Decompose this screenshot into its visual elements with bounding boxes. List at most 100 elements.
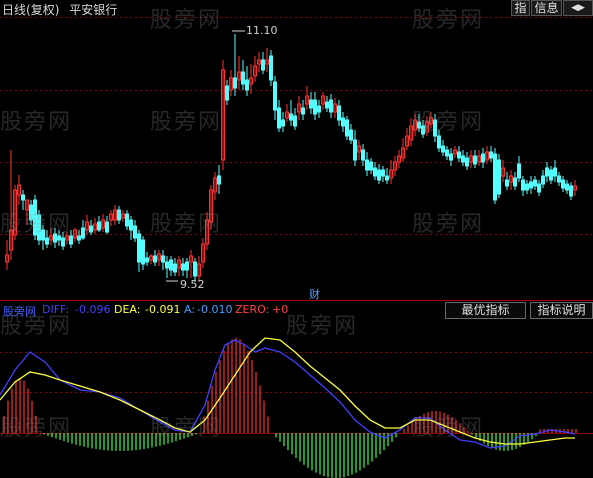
diff-value: -0.096 bbox=[75, 303, 111, 316]
candle-body bbox=[461, 155, 465, 163]
candle-body bbox=[185, 261, 189, 271]
candle-body bbox=[373, 167, 377, 177]
candle-body bbox=[273, 81, 277, 111]
candle-body bbox=[261, 59, 265, 71]
price-chart-canvas[interactable] bbox=[0, 0, 593, 478]
candle-body bbox=[97, 221, 101, 231]
candle-body bbox=[533, 179, 537, 187]
candle-body bbox=[505, 179, 509, 187]
candle-body bbox=[45, 237, 49, 245]
candle-body bbox=[517, 163, 521, 179]
candle-body bbox=[445, 149, 449, 157]
candle-body bbox=[513, 177, 517, 187]
candle-body bbox=[105, 221, 109, 233]
candle-body bbox=[329, 99, 333, 113]
candle-body bbox=[325, 101, 329, 109]
candle-body bbox=[133, 225, 137, 239]
candle-body bbox=[481, 153, 485, 163]
watermark: 股旁网 bbox=[286, 314, 359, 339]
candle-body bbox=[181, 263, 185, 271]
candle-body bbox=[81, 227, 85, 239]
candle-body bbox=[493, 153, 497, 201]
candle-body bbox=[569, 185, 573, 197]
candle-body bbox=[345, 119, 349, 137]
dea-value: -0.091 bbox=[145, 303, 181, 316]
candle-body bbox=[449, 153, 453, 161]
candle-body bbox=[369, 161, 373, 171]
best-indicator-button[interactable]: 最优指标 bbox=[445, 302, 526, 319]
diff-label: DIFF: bbox=[42, 303, 70, 316]
candle-body bbox=[173, 263, 177, 273]
candle-body bbox=[497, 159, 501, 195]
candle-body bbox=[489, 151, 493, 159]
finance-marker[interactable]: 财 bbox=[309, 286, 320, 302]
indicator-name[interactable]: 股旁网 bbox=[3, 303, 36, 319]
candle-body bbox=[337, 105, 341, 121]
candlestick-series bbox=[5, 34, 577, 282]
diff-line bbox=[0, 339, 576, 449]
candle-body bbox=[365, 159, 369, 171]
candle-body bbox=[545, 167, 549, 177]
zero-label: ZERO: bbox=[235, 303, 270, 316]
candle-body bbox=[141, 239, 145, 265]
candle-body bbox=[525, 183, 529, 191]
candle-body bbox=[125, 213, 129, 227]
candle-body bbox=[89, 225, 93, 233]
candle-body bbox=[549, 169, 553, 181]
candle-body bbox=[349, 129, 353, 141]
candle-body bbox=[565, 183, 569, 191]
candle-body bbox=[529, 181, 533, 189]
candle-body bbox=[301, 107, 305, 115]
candle-body bbox=[381, 169, 385, 177]
candle-body bbox=[153, 255, 157, 263]
candle-body bbox=[465, 157, 469, 167]
candle-body bbox=[557, 175, 561, 183]
candle-body bbox=[473, 155, 477, 165]
candle-body bbox=[289, 113, 293, 121]
candle-body bbox=[137, 233, 141, 263]
candle-body bbox=[233, 77, 237, 89]
candle-body bbox=[317, 105, 321, 113]
dea-label: DEA: bbox=[114, 303, 141, 316]
a-value: -0.010 bbox=[197, 303, 233, 316]
watermark: 股旁网 bbox=[150, 8, 223, 33]
candle-body bbox=[225, 85, 229, 101]
candle-body bbox=[437, 135, 441, 149]
watermark: 股旁网 bbox=[0, 110, 73, 135]
watermark: 股旁网 bbox=[150, 110, 223, 135]
candle-body bbox=[21, 194, 25, 201]
candle-body bbox=[245, 79, 249, 91]
candle-body bbox=[217, 175, 221, 185]
zero-value: +0 bbox=[272, 303, 289, 316]
candle-body bbox=[193, 261, 197, 277]
watermark: 股旁网 bbox=[412, 8, 485, 33]
watermark: 股旁网 bbox=[0, 416, 73, 441]
candle-body bbox=[537, 183, 541, 193]
candle-body bbox=[309, 99, 313, 109]
candle-body bbox=[561, 179, 565, 189]
candle-body bbox=[293, 115, 297, 127]
candle-body bbox=[353, 139, 357, 161]
candle-body bbox=[269, 55, 273, 81]
candle-body bbox=[241, 71, 245, 85]
candle-body bbox=[541, 175, 545, 185]
candle-body bbox=[341, 117, 345, 127]
candle-body bbox=[169, 259, 173, 271]
low-price-label: 9.52 bbox=[180, 278, 205, 291]
watermark: 股旁网 bbox=[150, 416, 223, 441]
high-price-label: 11.10 bbox=[246, 24, 278, 37]
candle-body bbox=[281, 119, 285, 127]
a-label: A: bbox=[184, 303, 196, 316]
candle-body bbox=[553, 167, 557, 177]
candle-body bbox=[277, 107, 281, 129]
watermark: 股旁网 bbox=[0, 212, 73, 237]
candle-body bbox=[117, 209, 121, 221]
indicator-help-button[interactable]: 指标说明 bbox=[530, 302, 593, 319]
candle-body bbox=[129, 219, 133, 231]
candle-body bbox=[361, 149, 365, 161]
candle-body bbox=[377, 169, 381, 181]
candle-body bbox=[313, 99, 317, 115]
candle-body bbox=[77, 235, 81, 241]
candle-body bbox=[145, 257, 149, 263]
candle-body bbox=[457, 151, 461, 159]
